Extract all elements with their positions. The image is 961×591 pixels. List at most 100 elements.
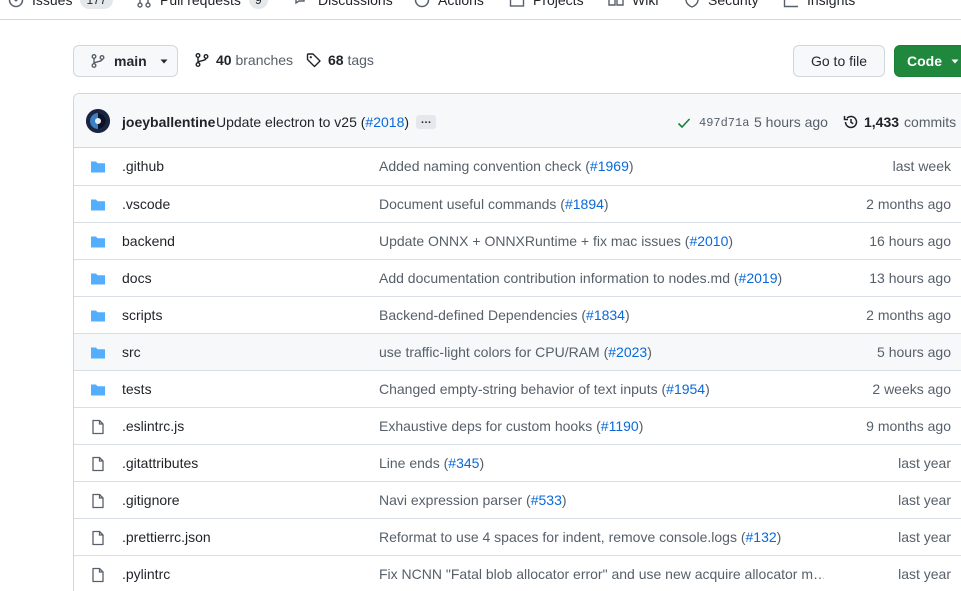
file-commit-end: ) <box>479 455 485 471</box>
file-name-link[interactable]: src <box>122 344 141 360</box>
file-row[interactable]: .gitattributes Line ends (#345) last year <box>74 444 961 481</box>
file-commit-message[interactable]: Added naming convention check (#1969) <box>379 158 634 174</box>
commit-message-text: Update electron to v25 ( <box>216 114 366 130</box>
file-row[interactable]: .gitignore Navi expression parser (#533) l… <box>74 481 961 518</box>
commits-count: 1,433 <box>864 114 900 130</box>
tag-icon <box>306 53 321 68</box>
file-name-link[interactable]: .prettierrc.json <box>122 529 211 545</box>
commit-message-end: ) <box>404 114 410 130</box>
file-commit-message[interactable]: use traffic-light colors for CPU/RAM (#2… <box>379 344 652 360</box>
file-commit-message[interactable]: Line ends (#345) <box>379 455 484 471</box>
go-to-file-button[interactable]: Go to file <box>793 45 885 77</box>
file-commit-pr-link[interactable]: #132 <box>746 529 777 545</box>
file-commit-text: Backend-defined Dependencies ( <box>379 307 587 323</box>
pull-request-icon <box>137 0 151 8</box>
file-commit-pr-link[interactable]: #2010 <box>689 233 728 249</box>
commit-pr-link[interactable]: #2018 <box>365 114 404 130</box>
tab-actions[interactable]: Actions <box>414 0 484 12</box>
file-commit-pr-link[interactable]: #1894 <box>565 196 604 212</box>
tab-projects[interactable]: Projects <box>509 0 584 12</box>
file-commit-message[interactable]: Navi expression parser (#533) <box>379 492 567 508</box>
commits-history-link[interactable]: 1,433 commits <box>843 114 956 130</box>
branches-count: 40 <box>216 52 232 68</box>
file-commit-text: Fix NCNN "Fatal blob allocator error" an… <box>379 566 824 582</box>
tab-insights[interactable]: Insights <box>783 0 855 12</box>
tab-insights-label: Insights <box>807 0 856 8</box>
file-row[interactable]: scripts Backend-defined Dependencies (#18… <box>74 296 961 333</box>
file-commit-message[interactable]: Reformat to use 4 spaces for indent, rem… <box>379 529 781 545</box>
issue-icon <box>8 0 24 8</box>
file-name-link[interactable]: docs <box>122 270 152 286</box>
branch-select-button[interactable]: main <box>73 45 178 77</box>
commit-time: 5 hours ago <box>754 114 828 130</box>
file-commit-time: last year <box>898 492 951 508</box>
folder-icon <box>91 310 105 322</box>
issues-counter: 177 <box>80 0 113 9</box>
file-commit-pr-link[interactable]: #1190 <box>601 418 639 434</box>
tab-pull-requests[interactable]: Pull requests 9 <box>136 0 268 12</box>
file-commit-pr-link[interactable]: #1954 <box>666 381 705 397</box>
file-name-link[interactable]: .gitignore <box>122 492 180 508</box>
file-icon <box>92 530 104 546</box>
commit-sha-link[interactable]: 497d71a <box>699 116 749 130</box>
file-commit-time: 5 hours ago <box>877 344 951 360</box>
file-row[interactable]: .github Added naming convention check (#1… <box>74 148 961 185</box>
file-row[interactable]: .vscode Document useful commands (#1894) 2… <box>74 185 961 222</box>
file-commit-text: use traffic-light colors for CPU/RAM ( <box>379 344 609 360</box>
tab-wiki[interactable]: Wiki <box>608 0 658 12</box>
commit-message[interactable]: Update electron to v25 (#2018) <box>216 114 409 130</box>
file-commit-pr-link[interactable]: #1834 <box>586 307 625 323</box>
file-row[interactable]: .prettierrc.json Reformat to use 4 spaces… <box>74 518 961 555</box>
file-name-link[interactable]: scripts <box>122 307 162 323</box>
file-commit-message[interactable]: Changed empty-string behavior of text in… <box>379 381 710 397</box>
tab-security[interactable]: Security <box>684 0 759 12</box>
file-commit-pr-link[interactable]: #2023 <box>608 344 647 360</box>
file-name-link[interactable]: .github <box>122 158 164 174</box>
file-commit-message[interactable]: Fix NCNN "Fatal blob allocator error" an… <box>379 566 824 582</box>
file-name-link[interactable]: .eslintrc.js <box>122 418 184 434</box>
tab-projects-label: Projects <box>533 0 584 8</box>
discussions-icon <box>295 0 305 5</box>
expand-commit-button[interactable]: … <box>416 115 436 129</box>
file-name-link[interactable]: .pylintrc <box>122 566 170 582</box>
folder-icon <box>91 347 105 359</box>
file-commit-message[interactable]: Update ONNX + ONNXRuntime + fix mac issu… <box>379 233 733 249</box>
file-commit-message[interactable]: Exhaustive deps for custom hooks (#1190) <box>379 418 643 434</box>
file-commit-message[interactable]: Document useful commands (#1894) <box>379 196 609 212</box>
file-row[interactable]: .eslintrc.js Exhaustive deps for custom h… <box>74 407 961 444</box>
triangle-down-icon <box>951 59 959 64</box>
file-commit-message[interactable]: Backend-defined Dependencies (#1834) <box>379 307 630 323</box>
file-commit-time: 13 hours ago <box>869 270 951 286</box>
file-row[interactable]: .pylintrc Fix NCNN "Fatal blob allocator … <box>74 555 961 591</box>
file-commit-pr-link[interactable]: #345 <box>448 455 479 471</box>
file-name-link[interactable]: .gitattributes <box>122 455 198 471</box>
branches-label: branches <box>235 52 294 68</box>
file-row[interactable]: backend Update ONNX + ONNXRuntime + fix m… <box>74 222 961 259</box>
file-commit-pr-link[interactable]: #2019 <box>739 270 778 286</box>
pull-requests-counter: 9 <box>248 0 268 9</box>
file-row[interactable]: src use traffic-light colors for CPU/RAM … <box>74 333 961 370</box>
tags-count: 68 <box>328 52 344 68</box>
file-commit-pr-link[interactable]: #533 <box>531 492 562 508</box>
tab-discussions[interactable]: Discussions <box>294 0 393 12</box>
file-commit-text: Exhaustive deps for custom hooks ( <box>379 418 601 434</box>
file-name-link[interactable]: .vscode <box>122 196 170 212</box>
code-button[interactable]: Code <box>894 45 961 77</box>
file-commit-message[interactable]: Add documentation contribution informati… <box>379 270 782 286</box>
file-row[interactable]: tests Changed empty-string behavior of te… <box>74 370 961 407</box>
file-name-link[interactable]: backend <box>122 233 175 249</box>
tags-link[interactable]: 68 tags <box>306 52 374 68</box>
file-row[interactable]: docs Add documentation contribution infor… <box>74 259 961 296</box>
git-branch-icon <box>195 53 209 67</box>
avatar[interactable] <box>86 109 110 133</box>
commit-author-link[interactable]: joeyballentine <box>122 114 215 130</box>
check-icon[interactable] <box>676 115 692 131</box>
tab-issues[interactable]: Issues 177 <box>8 0 113 12</box>
folder-icon <box>91 199 105 211</box>
branches-link[interactable]: 40 branches <box>194 52 293 68</box>
file-commit-time: 9 months ago <box>866 418 951 434</box>
projects-icon <box>509 0 525 7</box>
folder-icon <box>91 384 105 396</box>
file-commit-pr-link[interactable]: #1969 <box>590 158 629 174</box>
file-name-link[interactable]: tests <box>122 381 152 397</box>
